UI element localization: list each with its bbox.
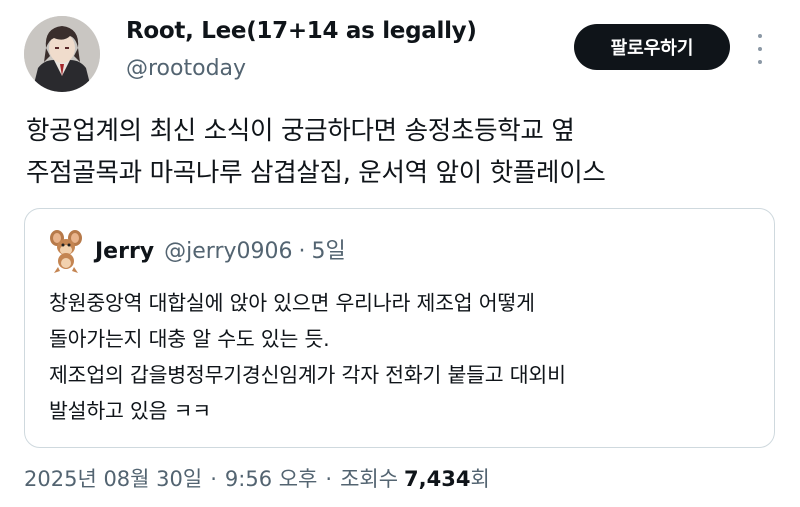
meta-separator: · (325, 467, 333, 491)
views-label: 조회수 (340, 467, 399, 491)
quoted-header-separator: · (298, 239, 306, 264)
views-count: 7,434 (404, 467, 471, 491)
quoted-text-line: 돌아가는지 대충 알 수도 있는 듯. (49, 327, 330, 351)
author-display-name[interactable]: Root, Lee(17+14 as legally) (126, 18, 477, 44)
tweet-text-line: 주점골목과 마곡나루 삼겹살집, 운서역 앞이 핫플레이스 (26, 158, 606, 188)
quoted-tweet-text: 창원중앙역 대합실에 앉아 있으면 우리나라 제조업 어떻게 돌아가는지 대충 … (49, 285, 566, 429)
views-suffix: 회 (470, 467, 490, 491)
jerry-mouse-avatar-icon (49, 229, 83, 273)
author-avatar-image (24, 16, 100, 92)
tweet-time[interactable]: 9:56 오후 (225, 463, 317, 493)
quoted-tweet-card[interactable]: Jerry @jerry0906 · 5일 창원중앙역 대합실에 앉아 있으면 … (24, 208, 775, 448)
tweet-text: 항공업계의 최신 소식이 궁금하다면 송정초등학교 옆 주점골목과 마곡나루 삼… (26, 110, 766, 194)
tweet-meta: 2025년 08월 30일 · 9:56 오후 · 조회수 7,434 회 (24, 463, 490, 493)
quoted-text-line: 제조업의 갑을병정무기경신임계가 각자 전화기 붙들고 대외비 (49, 363, 566, 387)
quoted-tweet-time[interactable]: 5일 (312, 233, 346, 265)
author-avatar[interactable] (24, 16, 100, 92)
quoted-text-line: 창원중앙역 대합실에 앉아 있으면 우리나라 제조업 어떻게 (49, 291, 535, 315)
quoted-author-name[interactable]: Jerry (95, 239, 154, 264)
tweet-date[interactable]: 2025년 08월 30일 (24, 463, 202, 493)
meta-separator: · (210, 467, 217, 491)
quoted-author-handle[interactable]: @jerry0906 (164, 239, 292, 264)
tweet-text-line: 항공업계의 최신 소식이 궁금하다면 송정초등학교 옆 (26, 116, 575, 146)
more-vertical-icon[interactable] (752, 34, 768, 64)
follow-button[interactable]: 팔로우하기 (574, 24, 730, 70)
quoted-tweet-header: Jerry @jerry0906 · 5일 (95, 233, 346, 265)
quoted-text-line: 발설하고 있음 ㅋㅋ (49, 399, 211, 423)
author-handle[interactable]: @rootoday (126, 56, 246, 81)
